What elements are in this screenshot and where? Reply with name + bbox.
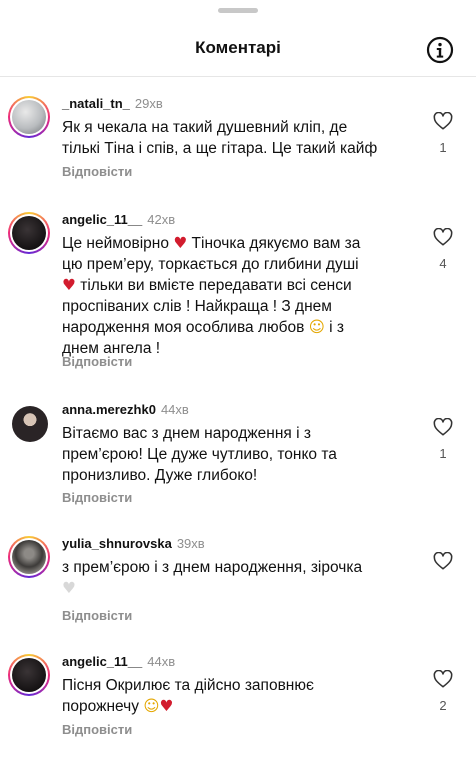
- comment-meta: angelic_11__ 42хв: [62, 212, 175, 228]
- comment-line: цю прем’еру, торкається до глибини душі: [62, 256, 359, 273]
- comment-text: Вітаємо вас з днем народження і з прем’є…: [62, 423, 414, 486]
- comment-fragment: тільки ви вмієте передавати всі сенси: [80, 277, 352, 294]
- comment-fragment: Це неймовірно: [62, 235, 169, 252]
- comments-sheet: Коментарі _natali_tn_ 29хв Як я чекала на…: [0, 0, 476, 768]
- comment-line: Вітаємо вас з днем народження і з: [62, 425, 311, 442]
- like-count: 1: [439, 446, 447, 461]
- comment-line: Як я чекала на такий душевний кліп, де: [62, 119, 348, 136]
- comment-text: з прем’єрою і з днем народження, зірочка…: [62, 557, 414, 599]
- comment-line: пронизливо. Дуже глибоко!: [62, 467, 258, 484]
- pleading-face-icon: ☺: [308, 318, 325, 336]
- drag-handle[interactable]: [218, 8, 258, 13]
- broken-heart-icon: ♥: [173, 234, 188, 252]
- like-control[interactable]: 1: [432, 112, 454, 155]
- comment-line: народження моя особлива любов ☺ і з: [62, 317, 414, 338]
- comment-meta: anna.merezhk0 44хв: [62, 402, 189, 418]
- comment-username[interactable]: yulia_shnurovska: [62, 536, 172, 551]
- like-control[interactable]: 1: [432, 418, 454, 461]
- comment-line: ♥: [62, 578, 414, 599]
- avatar[interactable]: [8, 96, 50, 138]
- heart-outline-icon[interactable]: [432, 670, 454, 688]
- comment-time: 39хв: [176, 536, 205, 551]
- comment-line: Пісня Окрилює та дійсно заповнює: [62, 677, 314, 694]
- comment-fragment: народження моя особлива любов: [62, 319, 305, 336]
- reply-button[interactable]: Відповісти: [62, 490, 132, 505]
- avatar[interactable]: [12, 406, 48, 442]
- comment-line: порожнечу ☺♥: [62, 696, 414, 717]
- comment-line: ♥ тільки ви вмієте передавати всі сенси: [62, 275, 414, 296]
- comment-username[interactable]: _natali_tn_: [62, 96, 130, 111]
- comment-username[interactable]: angelic_11__: [62, 654, 142, 669]
- heart-outline-icon[interactable]: [432, 228, 454, 246]
- like-count: 1: [439, 140, 447, 155]
- white-heart-icon: ♥: [62, 579, 76, 597]
- comment-username[interactable]: angelic_11__: [62, 212, 142, 227]
- reply-button[interactable]: Відповісти: [62, 722, 132, 737]
- heart-outline-icon[interactable]: [432, 552, 454, 570]
- broken-heart-icon: ♥: [62, 276, 76, 294]
- comment-meta: yulia_shnurovska 39хв: [62, 536, 205, 552]
- avatar[interactable]: [8, 654, 50, 696]
- comment-line: тількі Тіна і спів, а ще гітара. Це таки…: [62, 140, 378, 157]
- like-count: 4: [439, 256, 447, 271]
- like-count: 2: [439, 698, 447, 713]
- comment-time: 44хв: [147, 654, 176, 669]
- broken-heart-icon: ♥: [159, 697, 174, 715]
- comment-fragment: і з: [329, 319, 345, 336]
- info-icon[interactable]: [426, 36, 454, 64]
- comment-time: 44хв: [160, 402, 189, 417]
- reply-button[interactable]: Відповісти: [62, 164, 132, 179]
- header: Коментарі: [0, 22, 476, 76]
- reply-button[interactable]: Відповісти: [62, 608, 132, 623]
- comment-line: з прем’єрою і з днем народження, зірочка: [62, 559, 363, 576]
- comment-time: 42хв: [147, 212, 176, 227]
- comment-fragment: порожнечу: [62, 698, 139, 715]
- comment-meta: _natali_tn_ 29хв: [62, 96, 163, 112]
- comment-time: 29хв: [134, 96, 163, 111]
- comment-username[interactable]: anna.merezhk0: [62, 402, 156, 417]
- avatar[interactable]: [8, 536, 50, 578]
- comment-text: Це неймовірно ♥ Тіночка дякуємо вам за ц…: [62, 233, 414, 359]
- comment-line: проспіваних слів ! Найкраща ! З днем: [62, 298, 332, 315]
- heart-outline-icon[interactable]: [432, 418, 454, 436]
- page-title: Коментарі: [195, 38, 281, 57]
- heart-outline-icon[interactable]: [432, 112, 454, 130]
- comment-meta: angelic_11__ 44хв: [62, 654, 175, 670]
- like-control[interactable]: 2: [432, 670, 454, 713]
- comment-text: Як я чекала на такий душевний кліп, де т…: [62, 117, 414, 159]
- avatar[interactable]: [8, 212, 50, 254]
- reply-button[interactable]: Відповісти: [62, 354, 132, 369]
- comment-fragment: Тіночка дякуємо вам за: [191, 235, 361, 252]
- comment-line: прем’єрою! Це дуже чутливо, тонко та: [62, 446, 337, 463]
- header-divider: [0, 76, 476, 77]
- comment-line: Це неймовірно ♥ Тіночка дякуємо вам за: [62, 233, 414, 254]
- like-control[interactable]: 4: [432, 228, 454, 271]
- comment-text: Пісня Окрилює та дійсно заповнює порожне…: [62, 675, 414, 717]
- like-control[interactable]: [432, 552, 454, 580]
- pleading-face-icon: ☺: [143, 697, 160, 715]
